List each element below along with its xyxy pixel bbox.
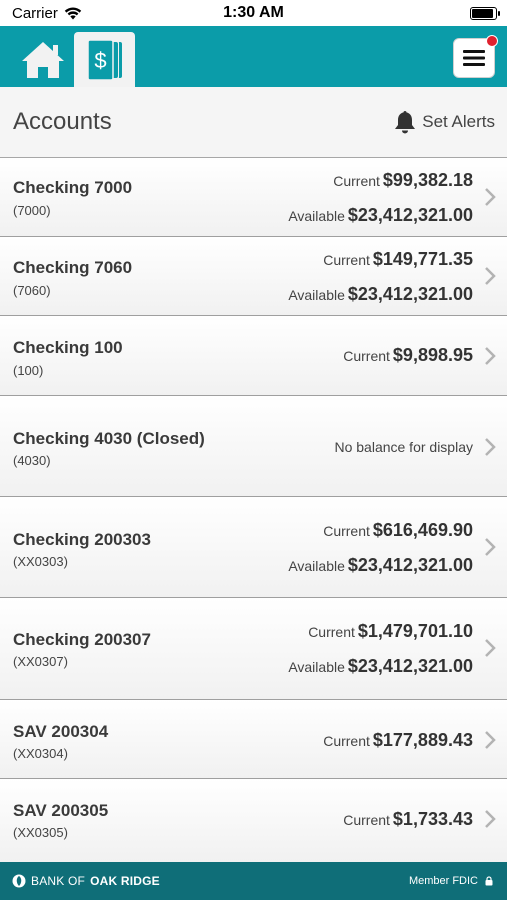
no-balance-text: No balance for display [334,439,473,455]
account-name: Checking 100 [13,338,123,357]
chevron-right-icon [485,639,496,657]
page-title: Accounts [13,108,112,135]
menu-button[interactable] [453,35,498,78]
home-tab[interactable] [14,32,72,87]
account-name: Checking 7000 [13,178,133,197]
current-balance: Current $9,898.95 [343,345,473,366]
available-amount: $23,412,321.00 [347,284,473,304]
available-label: Available [288,659,345,675]
account-row[interactable]: SAV 200304 (XX0304) Current $177,889.43 [0,700,507,779]
status-bar: Carrier 1:30 AM [0,0,507,26]
current-label: Current [323,252,370,268]
current-amount: $1,479,701.10 [357,621,473,641]
account-number: (7000) [13,203,51,218]
available-balance: Available $23,412,321.00 [288,284,473,305]
bank-logo: BANK OF OAK RIDGE [12,874,160,888]
set-alerts-button[interactable]: Set Alerts [394,110,495,134]
member-fdic-label: Member FDIC [408,875,478,887]
account-name: Checking 7060 [13,258,133,277]
account-number: (XX0304) [13,746,68,761]
chevron-right-icon [485,438,496,456]
accounts-tab[interactable]: $ [74,32,135,87]
accounts-header: Accounts Set Alerts [0,87,507,158]
notification-badge [486,35,498,47]
current-balance: Current $177,889.43 [323,730,473,751]
wifi-icon [64,6,82,19]
current-balance: Current $616,469.90 [323,520,473,541]
available-label: Available [288,558,345,574]
current-label: Current [323,523,370,539]
chevron-right-icon [485,188,496,206]
current-balance: Current $149,771.35 [323,249,473,270]
available-balance: Available $23,412,321.00 [288,656,473,677]
account-name: Checking 200303 [13,530,151,549]
current-amount: $177,889.43 [372,730,473,750]
carrier-group: Carrier [12,5,82,22]
available-amount: $23,412,321.00 [347,656,473,676]
available-balance: Available $23,412,321.00 [288,555,473,576]
account-number: (4030) [13,453,51,468]
top-nav-bar: $ [0,26,507,87]
account-row[interactable]: SAV 200305 (XX0305) Current $1,733.43 [0,779,507,863]
current-label: Current [343,812,390,828]
current-amount: $616,469.90 [372,520,473,540]
accounts-list: Checking 7000 (7000) Current $99,382.18 … [0,158,507,863]
bank-name: OAK RIDGE [90,874,160,888]
current-label: Current [323,733,370,749]
current-balance: Current $99,382.18 [333,170,473,191]
current-balance: Current $1,479,701.10 [308,621,473,642]
account-number: (7060) [13,283,51,298]
bell-icon [395,111,416,134]
current-amount: $99,382.18 [382,170,473,190]
home-icon [22,41,64,78]
footer-bar: BANK OF OAK RIDGE Member FDIC [0,862,507,900]
account-name: SAV 200304 [13,722,109,741]
available-amount: $23,412,321.00 [347,205,473,225]
bank-prefix: BANK OF [31,874,86,888]
account-number: (XX0303) [13,554,68,569]
available-label: Available [288,208,345,224]
chevron-right-icon [485,267,496,285]
account-number: (100) [13,363,44,378]
carrier-label: Carrier [12,4,58,22]
chevron-right-icon [485,538,496,556]
account-row[interactable]: Checking 7000 (7000) Current $99,382.18 … [0,158,507,237]
account-row[interactable]: Checking 4030 (Closed) (4030) No balance… [0,396,507,497]
account-name: Checking 200307 [13,630,151,649]
set-alerts-label: Set Alerts [422,112,495,131]
account-number: (XX0307) [13,654,68,669]
account-row[interactable]: Checking 200307 (XX0307) Current $1,479,… [0,598,507,700]
leaf-icon [12,874,26,888]
dollar-cards-icon: $ [86,38,122,81]
available-amount: $23,412,321.00 [347,555,473,575]
account-name: Checking 4030 (Closed) [13,429,205,448]
current-amount: $149,771.35 [372,249,473,269]
current-label: Current [333,173,380,189]
account-row[interactable]: Checking 200303 (XX0303) Current $616,46… [0,497,507,598]
current-balance: Current $1,733.43 [343,809,473,830]
chevron-right-icon [485,731,496,749]
svg-text:$: $ [94,48,106,73]
current-label: Current [308,624,355,640]
available-label: Available [288,287,345,303]
lock-icon [485,876,493,886]
account-row[interactable]: Checking 100 (100) Current $9,898.95 [0,316,507,396]
battery-icon [470,7,500,20]
chevron-right-icon [485,347,496,365]
current-label: Current [343,348,390,364]
account-number: (XX0305) [13,825,68,840]
member-fdic: Member FDIC [409,875,493,887]
hamburger-menu-icon [463,50,485,66]
account-name: SAV 200305 [13,801,109,820]
chevron-right-icon [485,810,496,828]
available-balance: Available $23,412,321.00 [288,205,473,226]
current-amount: $9,898.95 [392,345,473,365]
current-amount: $1,733.43 [392,809,473,829]
account-row[interactable]: Checking 7060 (7060) Current $149,771.35… [0,237,507,316]
